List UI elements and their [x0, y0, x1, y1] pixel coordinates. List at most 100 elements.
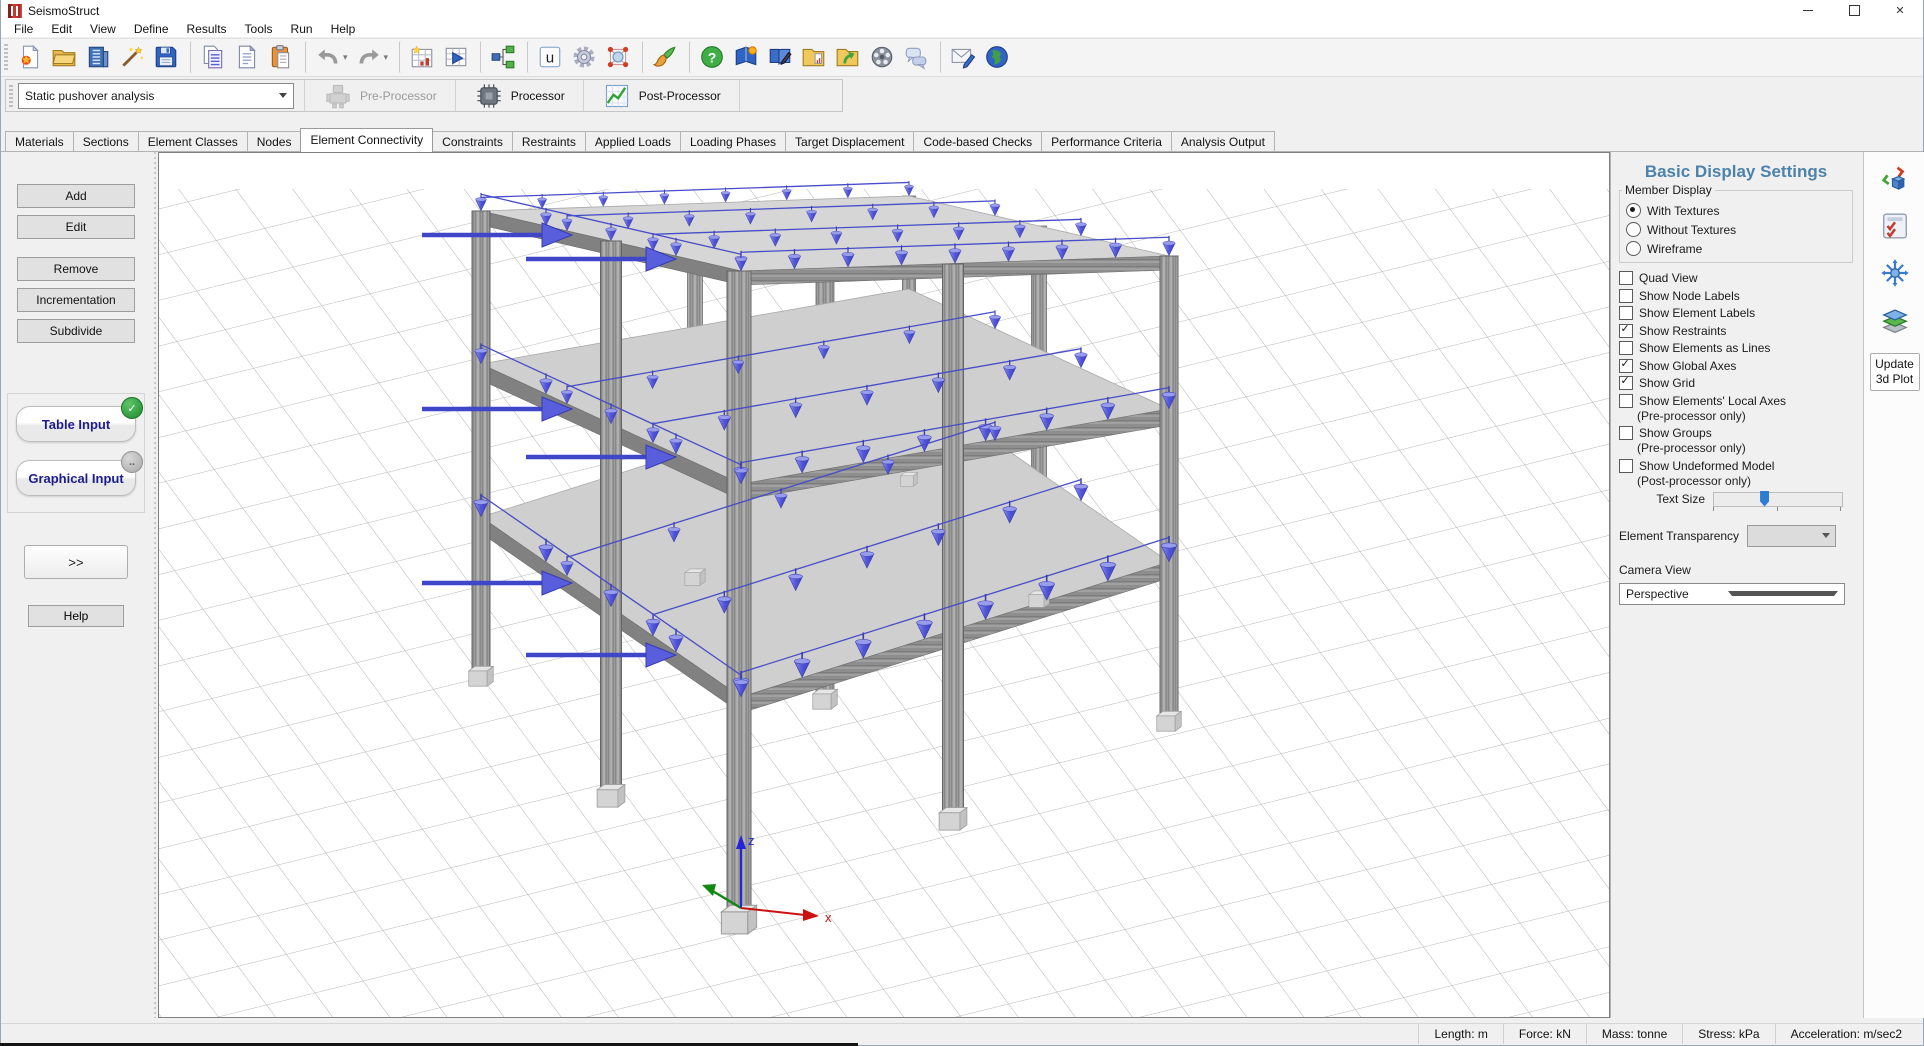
- tab[interactable]: Element Classes: [138, 131, 248, 152]
- element-transparency-select[interactable]: [1747, 525, 1836, 547]
- tab[interactable]: Performance Criteria: [1041, 131, 1172, 152]
- save-icon[interactable]: ▾: [150, 41, 182, 73]
- checkbox-icon[interactable]: [1619, 289, 1633, 303]
- menu-item[interactable]: Run: [282, 21, 322, 37]
- minimize-button[interactable]: [1785, 0, 1831, 21]
- checkbox-row[interactable]: Show Elements as Lines: [1619, 341, 1853, 355]
- export-document-icon[interactable]: ▾: [231, 41, 263, 73]
- text-size-slider[interactable]: [1713, 492, 1843, 507]
- tab[interactable]: Loading Phases: [680, 131, 786, 152]
- maximize-button[interactable]: [1831, 0, 1877, 21]
- redo-icon[interactable]: ▾: [353, 41, 392, 73]
- checkbox-row[interactable]: Show Undeformed Model (Post-processor on…: [1619, 459, 1853, 488]
- building-modeller-icon[interactable]: ▾: [82, 41, 114, 73]
- paste-icon[interactable]: ▾: [265, 41, 297, 73]
- model-nodes-icon[interactable]: ▾: [602, 41, 634, 73]
- processor-button[interactable]: Pre-Processor: [304, 80, 455, 111]
- undo-icon[interactable]: ▾: [305, 41, 351, 73]
- menu-item[interactable]: Help: [322, 21, 365, 37]
- tab[interactable]: Sections: [73, 131, 139, 152]
- email-support-icon[interactable]: ▾: [940, 41, 979, 73]
- checkbox-icon[interactable]: [1619, 306, 1633, 320]
- processor-button[interactable]: Post-Processor: [583, 80, 740, 111]
- radio-icon[interactable]: [1626, 203, 1641, 218]
- toolbar-grip[interactable]: [4, 44, 8, 71]
- analysis-type-select[interactable]: Static pushover analysis: [18, 83, 294, 109]
- open-project-icon[interactable]: ▾: [48, 41, 80, 73]
- settings-gear-icon[interactable]: ▾: [568, 41, 600, 73]
- checkbox-row[interactable]: Show Node Labels: [1619, 289, 1853, 303]
- close-button[interactable]: ✕: [1877, 0, 1923, 21]
- tab[interactable]: Element Connectivity: [300, 128, 433, 152]
- analysis-bar-grip[interactable]: [9, 85, 13, 107]
- checkbox-row[interactable]: Quad View: [1619, 271, 1853, 285]
- slider-thumb[interactable]: [1760, 491, 1769, 507]
- format-brush-icon[interactable]: ▾: [642, 41, 681, 73]
- radio-icon[interactable]: [1626, 241, 1641, 256]
- import-folder-icon[interactable]: ▾: [832, 41, 864, 73]
- checkbox-icon[interactable]: [1619, 394, 1633, 408]
- processor-button[interactable]: Processor: [455, 80, 583, 111]
- checkbox-icon[interactable]: [1619, 376, 1633, 390]
- 3d-viewport-canvas[interactable]: z x: [159, 153, 1609, 1017]
- website-globe-icon[interactable]: ▾: [981, 41, 1013, 73]
- camera-view-select[interactable]: Perspective: [1619, 583, 1845, 605]
- input-mode-button[interactable]: Graphical Input: [16, 460, 136, 496]
- menu-item[interactable]: Define: [125, 21, 178, 37]
- checkbox-row[interactable]: Show Global Axes: [1619, 359, 1853, 373]
- copy-report-icon[interactable]: ▾: [190, 41, 229, 73]
- examples-folder-icon[interactable]: ▾: [798, 41, 830, 73]
- checkbox-icon[interactable]: [1619, 459, 1633, 473]
- checkbox-icon[interactable]: [1619, 426, 1633, 440]
- input-mode-button[interactable]: Table Input: [16, 406, 136, 442]
- menu-item[interactable]: View: [81, 21, 125, 37]
- user-manual-icon[interactable]: ▾: [764, 41, 796, 73]
- radio-option[interactable]: Without Textures: [1626, 220, 1846, 239]
- wizard-icon[interactable]: ▾: [116, 41, 148, 73]
- tab[interactable]: Materials: [5, 131, 74, 152]
- checkbox-row[interactable]: Show Elements' Local Axes (Pre-processor…: [1619, 394, 1853, 423]
- sidebar-action-button[interactable]: Incrementation: [17, 288, 135, 312]
- refresh-3d-view-icon[interactable]: [1878, 162, 1912, 196]
- checkbox-icon[interactable]: [1619, 271, 1633, 285]
- checkbox-icon[interactable]: [1619, 341, 1633, 355]
- checkbox-icon[interactable]: [1619, 324, 1633, 338]
- tab[interactable]: Code-based Checks: [913, 131, 1042, 152]
- menu-item[interactable]: Edit: [42, 21, 81, 37]
- sidebar-action-button[interactable]: Subdivide: [17, 319, 135, 343]
- element-connectivity-icon[interactable]: ▾: [480, 41, 519, 73]
- new-project-icon[interactable]: ▾: [14, 41, 46, 73]
- 3d-viewport[interactable]: z x: [158, 152, 1610, 1018]
- tab[interactable]: Constraints: [432, 131, 513, 152]
- tab[interactable]: Nodes: [247, 131, 302, 152]
- sidebar-action-button[interactable]: Edit: [17, 215, 135, 239]
- video-tutorials-icon[interactable]: ▾: [866, 41, 898, 73]
- display-checklist-icon[interactable]: [1878, 209, 1912, 243]
- units-icon[interactable]: ▾: [527, 41, 566, 73]
- tab[interactable]: Analysis Output: [1171, 131, 1275, 152]
- checkbox-icon[interactable]: [1619, 359, 1633, 373]
- checkbox-row[interactable]: Show Groups (Pre-processor only): [1619, 426, 1853, 455]
- radio-option[interactable]: Wireframe: [1626, 239, 1846, 258]
- table-wizard-icon[interactable]: ▾: [399, 41, 438, 73]
- sidebar-action-button[interactable]: Remove: [17, 257, 135, 281]
- menu-item[interactable]: File: [5, 21, 42, 37]
- dropdown-caret-icon[interactable]: ▾: [343, 52, 348, 63]
- checkbox-row[interactable]: Show Element Labels: [1619, 306, 1853, 320]
- help-icon[interactable]: ▾: [689, 41, 728, 73]
- radio-option[interactable]: With Textures: [1626, 201, 1846, 220]
- tab[interactable]: Applied Loads: [585, 131, 681, 152]
- tab[interactable]: Restraints: [512, 131, 586, 152]
- menu-item[interactable]: Tools: [236, 21, 282, 37]
- radio-icon[interactable]: [1626, 222, 1641, 237]
- node-axes-icon[interactable]: [1878, 256, 1912, 290]
- expand-panel-button[interactable]: >>: [24, 545, 128, 579]
- help-button[interactable]: Help: [28, 605, 124, 627]
- sidebar-splitter[interactable]: [151, 152, 158, 1018]
- tab[interactable]: Target Displacement: [785, 131, 914, 152]
- run-analysis-icon[interactable]: ▾: [440, 41, 472, 73]
- menu-item[interactable]: Results: [178, 21, 236, 37]
- sidebar-action-button[interactable]: Add: [17, 184, 135, 208]
- checkbox-row[interactable]: Show Restraints: [1619, 324, 1853, 338]
- forum-bubbles-icon[interactable]: ▾: [900, 41, 932, 73]
